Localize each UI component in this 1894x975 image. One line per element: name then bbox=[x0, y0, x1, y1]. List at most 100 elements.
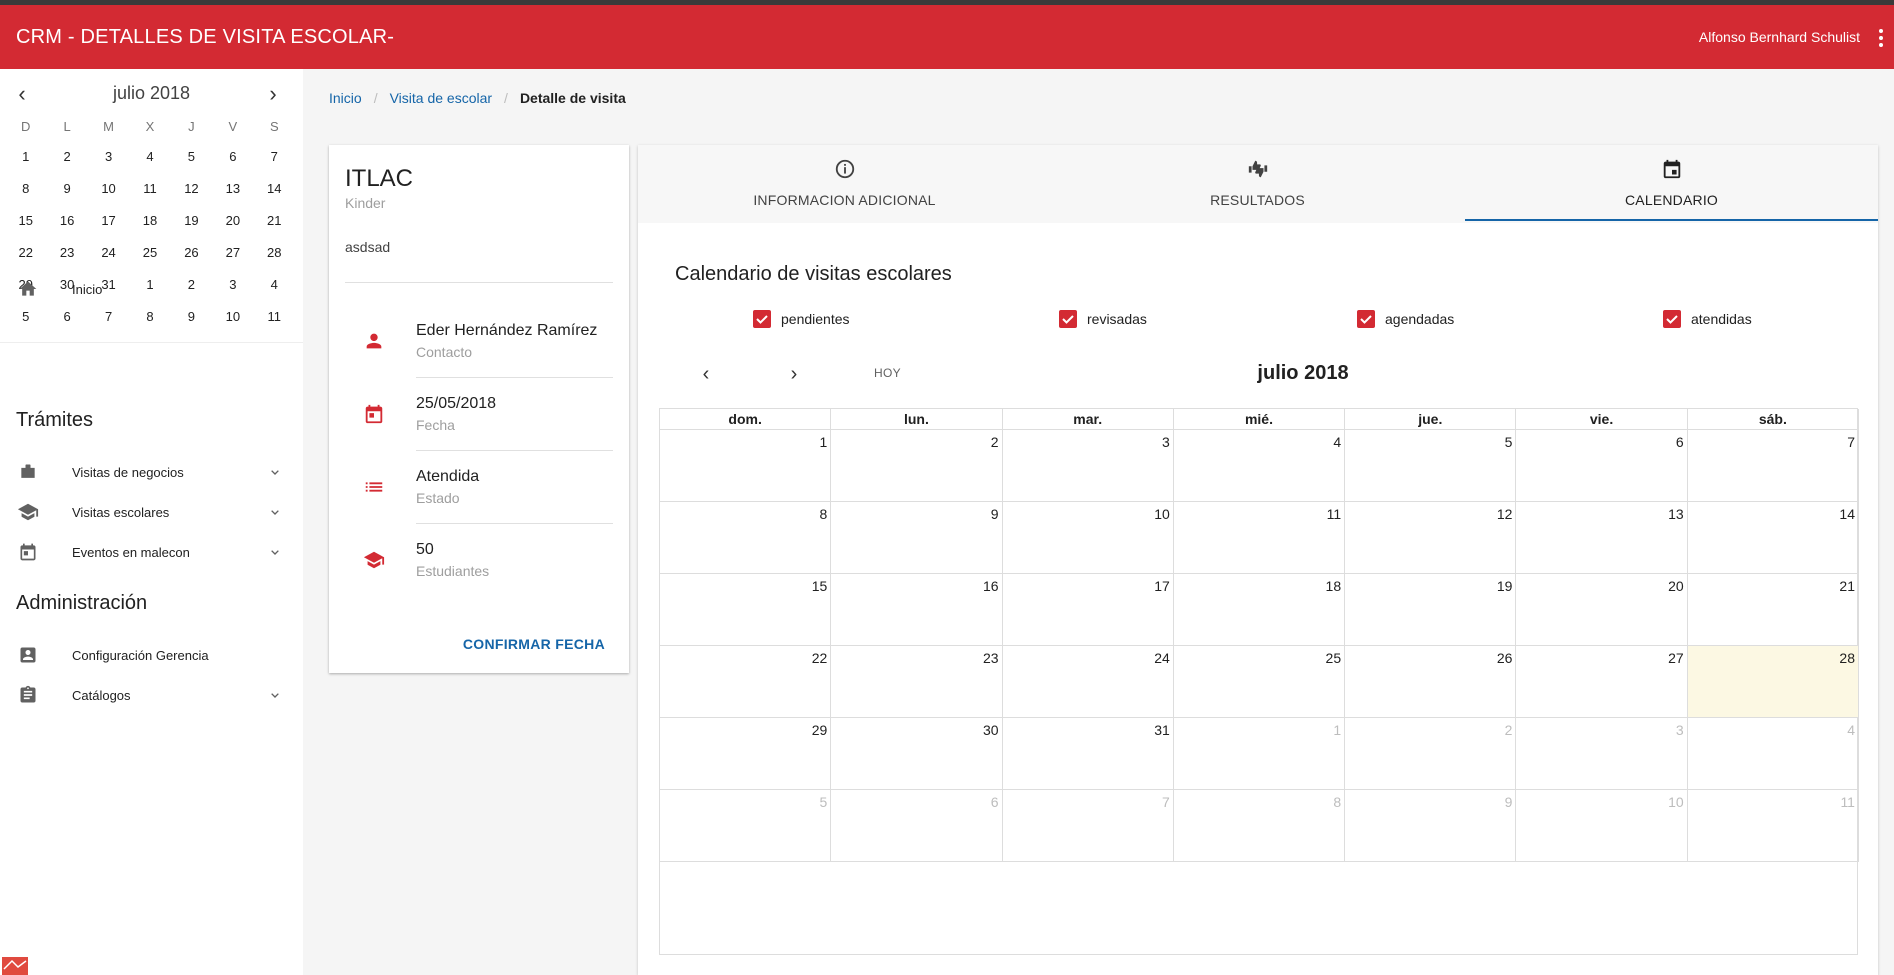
calendar-day-number[interactable]: 12 bbox=[1497, 506, 1513, 522]
calendar-day-number[interactable]: 10 bbox=[1154, 506, 1170, 522]
calendar-day-cell[interactable]: 24 bbox=[1002, 646, 1174, 718]
mini-calendar-day[interactable]: 15 bbox=[5, 205, 46, 237]
mini-calendar-day[interactable]: 20 bbox=[212, 205, 253, 237]
calendar-day-number[interactable]: 19 bbox=[1497, 578, 1513, 594]
sidebar-item-eventos-malecon[interactable]: Eventos en malecon bbox=[0, 532, 303, 572]
mini-calendar-day[interactable]: 11 bbox=[129, 173, 170, 205]
calendar-day-number[interactable]: 20 bbox=[1668, 578, 1684, 594]
calendar-day-cell[interactable]: 9 bbox=[831, 502, 1003, 574]
calendar-day-cell[interactable]: 3 bbox=[1516, 718, 1688, 790]
calendar-day-cell[interactable]: 10 bbox=[1002, 502, 1174, 574]
calendar-day-cell[interactable]: 29 bbox=[660, 718, 832, 790]
calendar-day-cell[interactable]: 17 bbox=[1002, 574, 1174, 646]
more-vert-icon[interactable] bbox=[1876, 27, 1886, 49]
mini-calendar-day[interactable]: 24 bbox=[88, 237, 129, 269]
filter-atendidas[interactable]: atendidas bbox=[1663, 308, 1752, 330]
mini-calendar-day[interactable]: 8 bbox=[5, 173, 46, 205]
mini-calendar-day[interactable]: 4 bbox=[129, 141, 170, 173]
calendar-day-number[interactable]: 5 bbox=[1505, 434, 1513, 450]
calendar-day-number[interactable]: 26 bbox=[1497, 650, 1513, 666]
mini-calendar-day[interactable]: 10 bbox=[88, 173, 129, 205]
calendar-day-number[interactable]: 30 bbox=[983, 722, 999, 738]
calendar-day-cell[interactable]: 21 bbox=[1687, 574, 1859, 646]
mini-calendar-day[interactable]: 1 bbox=[5, 141, 46, 173]
calendar-day-number[interactable]: 3 bbox=[1162, 434, 1170, 450]
mini-calendar-day[interactable]: 27 bbox=[212, 237, 253, 269]
calendar-day-number[interactable]: 6 bbox=[1676, 434, 1684, 450]
calendar-day-cell[interactable]: 2 bbox=[831, 430, 1003, 502]
calendar-day-cell[interactable]: 10 bbox=[1516, 790, 1688, 862]
calendar-day-cell[interactable]: 6 bbox=[831, 790, 1003, 862]
calendar-day-number[interactable]: 23 bbox=[983, 650, 999, 666]
mini-calendar-day[interactable]: 7 bbox=[254, 141, 295, 173]
mini-calendar-day[interactable]: 22 bbox=[5, 237, 46, 269]
calendar-day-cell[interactable]: 8 bbox=[660, 502, 832, 574]
mini-calendar-day[interactable]: 18 bbox=[129, 205, 170, 237]
calendar-day-number[interactable]: 25 bbox=[1326, 650, 1342, 666]
chevron-down-icon[interactable] bbox=[267, 504, 283, 520]
calendar-day-cell[interactable]: 3 bbox=[1002, 430, 1174, 502]
calendar-day-cell[interactable]: 2 bbox=[1345, 718, 1517, 790]
calendar-day-number[interactable]: 21 bbox=[1839, 578, 1855, 594]
calendar-day-cell[interactable]: 20 bbox=[1516, 574, 1688, 646]
chevron-down-icon[interactable] bbox=[267, 464, 283, 480]
mini-calendar-day[interactable]: 3 bbox=[88, 141, 129, 173]
chevron-down-icon[interactable] bbox=[267, 544, 283, 560]
mini-calendar-day[interactable]: 19 bbox=[171, 205, 212, 237]
calendar-day-cell[interactable]: 6 bbox=[1516, 430, 1688, 502]
calendar-day-number[interactable]: 28 bbox=[1839, 650, 1855, 666]
calendar-day-number[interactable]: 10 bbox=[1668, 794, 1684, 810]
calendar-day-cell[interactable]: 15 bbox=[660, 574, 832, 646]
mini-calendar-day[interactable]: 23 bbox=[46, 237, 87, 269]
calendar-day-number[interactable]: 13 bbox=[1668, 506, 1684, 522]
calendar-day-cell[interactable]: 7 bbox=[1002, 790, 1174, 862]
filter-revisadas[interactable]: revisadas bbox=[1059, 308, 1147, 330]
mini-calendar-day[interactable]: 16 bbox=[46, 205, 87, 237]
calendar-day-cell[interactable]: 11 bbox=[1687, 790, 1859, 862]
sidebar-item-catalogos[interactable]: Catálogos bbox=[0, 675, 303, 715]
mini-calendar-next-icon[interactable]: › bbox=[261, 83, 285, 107]
calendar-day-number[interactable]: 2 bbox=[991, 434, 999, 450]
calendar-day-cell[interactable]: 11 bbox=[1173, 502, 1346, 574]
calendar-day-number[interactable]: 27 bbox=[1668, 650, 1684, 666]
user-name[interactable]: Alfonso Bernhard Schulist bbox=[1699, 29, 1860, 45]
calendar-day-cell[interactable]: 1 bbox=[660, 430, 832, 502]
calendar-day-number[interactable]: 17 bbox=[1154, 578, 1170, 594]
calendar-day-cell[interactable]: 4 bbox=[1687, 718, 1859, 790]
mini-calendar-day[interactable]: 6 bbox=[212, 141, 253, 173]
calendar-day-number[interactable]: 1 bbox=[1333, 722, 1341, 738]
calendar-day-number[interactable]: 16 bbox=[983, 578, 999, 594]
calendar-day-number[interactable]: 29 bbox=[812, 722, 828, 738]
checkbox-checked-icon[interactable] bbox=[753, 310, 771, 328]
calendar-day-number[interactable]: 2 bbox=[1505, 722, 1513, 738]
calendar-day-cell[interactable]: 27 bbox=[1516, 646, 1688, 718]
mini-calendar-day[interactable]: 21 bbox=[254, 205, 295, 237]
calendar-day-cell[interactable]: 14 bbox=[1687, 502, 1859, 574]
calendar-day-cell[interactable]: 5 bbox=[660, 790, 832, 862]
mini-calendar-prev-icon[interactable]: ‹ bbox=[10, 83, 34, 107]
calendar-day-number[interactable]: 9 bbox=[991, 506, 999, 522]
mini-calendar-day[interactable]: 9 bbox=[46, 173, 87, 205]
calendar-day-number[interactable]: 31 bbox=[1154, 722, 1170, 738]
calendar-day-number[interactable]: 24 bbox=[1154, 650, 1170, 666]
calendar-day-cell[interactable]: 30 bbox=[831, 718, 1003, 790]
mini-calendar-day[interactable]: 26 bbox=[171, 237, 212, 269]
calendar-day-number[interactable]: 14 bbox=[1839, 506, 1855, 522]
chevron-down-icon[interactable] bbox=[267, 687, 283, 703]
mini-calendar-day[interactable]: 12 bbox=[171, 173, 212, 205]
tab-resultados[interactable]: RESULTADOS bbox=[1051, 145, 1464, 223]
calendar-day-number[interactable]: 22 bbox=[812, 650, 828, 666]
calendar-day-cell[interactable]: 28 bbox=[1687, 646, 1859, 718]
checkbox-checked-icon[interactable] bbox=[1663, 310, 1681, 328]
calendar-day-number[interactable]: 15 bbox=[812, 578, 828, 594]
breadcrumb-visita-escolar[interactable]: Visita de escolar bbox=[390, 90, 492, 106]
mini-calendar-day[interactable]: 5 bbox=[171, 141, 212, 173]
calendar-day-number[interactable]: 1 bbox=[819, 434, 827, 450]
calendar-day-cell[interactable]: 25 bbox=[1173, 646, 1346, 718]
checkbox-checked-icon[interactable] bbox=[1357, 310, 1375, 328]
calendar-day-cell[interactable]: 4 bbox=[1173, 430, 1346, 502]
calendar-day-number[interactable]: 4 bbox=[1333, 434, 1341, 450]
calendar-day-cell[interactable]: 31 bbox=[1002, 718, 1174, 790]
calendar-day-number[interactable]: 4 bbox=[1847, 722, 1855, 738]
calendar-day-cell[interactable]: 1 bbox=[1173, 718, 1346, 790]
